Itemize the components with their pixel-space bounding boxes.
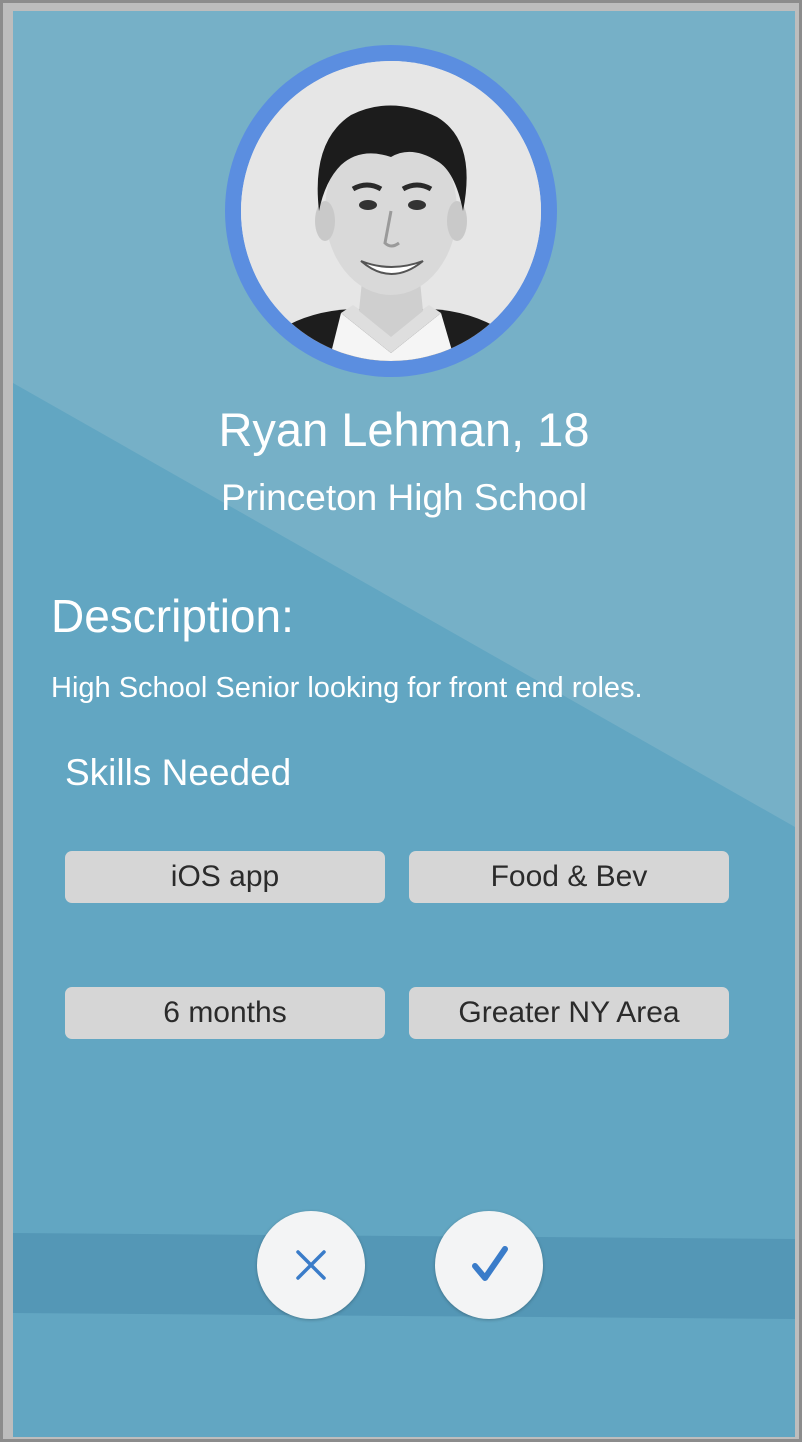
checkmark-icon — [472, 1246, 508, 1281]
close-icon — [296, 1250, 326, 1280]
profile-card[interactable]: Ryan Lehman, 18 Princeton High School De… — [13, 11, 795, 1437]
avatar — [225, 45, 557, 377]
skills-heading: Skills Needed — [65, 752, 292, 793]
skill-tag: Food & Bev — [409, 851, 729, 903]
profile-photo — [241, 61, 541, 361]
description-text: High School Senior looking for front end… — [51, 672, 643, 704]
skill-tag: iOS app — [65, 851, 385, 903]
description-heading: Description: — [51, 590, 294, 642]
skill-tag: 6 months — [65, 987, 385, 1039]
skill-tag: Greater NY Area — [409, 987, 729, 1039]
reject-button[interactable] — [257, 1211, 365, 1319]
profile-school: Princeton High School — [220, 477, 588, 518]
device-frame: Ryan Lehman, 18 Princeton High School De… — [0, 0, 802, 1442]
accept-button[interactable] — [435, 1211, 543, 1319]
profile-name: Ryan Lehman, 18 — [218, 403, 590, 456]
bottom-band — [13, 1233, 795, 1319]
